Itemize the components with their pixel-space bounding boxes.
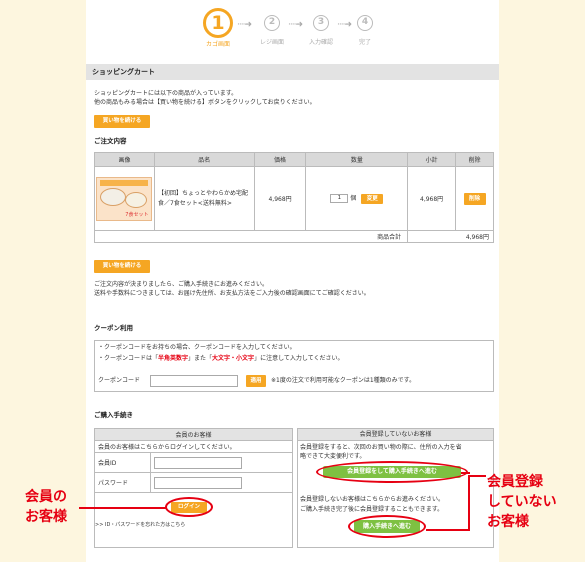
table-row: 7食セット 【初回】ちょっとやわらかめ宅配食／7食セット<送料無料> 4,968… (94, 166, 494, 231)
intro-text: 他の商品もみる場合は【買い物を続ける】ボタンをクリックしてお戻りください。 (94, 99, 316, 106)
column-header: 小計 (407, 152, 457, 167)
coupon-text-part: 」に注意して入力してください。 (254, 355, 344, 362)
callout-line: 会員登録 (487, 474, 543, 490)
login-highlight-ring (165, 497, 213, 517)
forgot-password-link[interactable]: >> ID・パスワードを忘れた方はこちら (95, 521, 185, 529)
arrow-icon: ····➜ (337, 20, 352, 30)
callout-line: お客様 (25, 509, 67, 525)
coupon-highlight: 大文字・小文字 (212, 355, 255, 362)
step-confirm: 3 入力確認 (303, 8, 339, 46)
member-box (94, 428, 293, 548)
arrow-icon: ····➜ (237, 20, 252, 30)
guest-callout: 会員登録 していない お客様 (487, 472, 557, 532)
quantity-unit: 個 (350, 195, 357, 203)
product-image-dish (100, 187, 127, 206)
column-header: 削除 (455, 152, 494, 167)
guest-callout-line (461, 472, 470, 474)
coupon-text-part: 」また「 (188, 355, 213, 362)
continue-shopping-button[interactable]: 買い物を続ける (94, 260, 150, 273)
proceed-highlight-ring (348, 515, 426, 538)
coupon-title: クーポン利用 (94, 324, 133, 332)
guest-desc: 会員登録をすると、次回のお買い物の際に、住所の入力を省 (300, 444, 462, 451)
coupon-label: クーポンコード (98, 377, 141, 384)
member-callout: 会員の お客様 (25, 487, 67, 527)
delete-cell: 削除 (455, 166, 494, 231)
step-label: 完了 (358, 39, 371, 46)
coupon-input[interactable] (150, 375, 238, 387)
column-header: 画像 (94, 152, 155, 167)
step-complete: 4 完了 (352, 8, 378, 46)
product-subtotal: 4,968円 (407, 166, 457, 231)
callout-line: していない (487, 494, 557, 510)
coupon-note: ※1度の注文で利用可能なクーポンは1種類のみです。 (271, 377, 416, 384)
coupon-text: ・クーポンコードは「半角英数字」また「大文字・小文字」に注意して入力してください… (98, 355, 344, 363)
purchase-title: ご購入手続き (94, 411, 133, 419)
step-number: 3 (313, 15, 329, 31)
product-name: 【初回】ちょっとやわらかめ宅配食／7食セット<送料無料> (153, 166, 255, 231)
guest-desc: 会員登録しないお客様はこちらからお進みください。 (300, 496, 445, 503)
member-callout-line (79, 507, 167, 509)
column-header: 数量 (305, 152, 409, 167)
progress-steps: 1 カゴ画面 ····➜ 2 レジ画面 ····➜ 3 入力確認 ····➜ 4… (86, 0, 499, 58)
quantity-cell: 1 個 変更 (305, 166, 409, 231)
total-label: 商品合計 (93, 230, 409, 243)
delete-button[interactable]: 削除 (463, 192, 486, 205)
page-title: ショッピングカート (86, 64, 499, 80)
coupon-text-part: ・クーポンコードは「 (98, 355, 159, 362)
cart-table: 画像 品名 価格 数量 小計 削除 7食セット 【初回】ちょっとやわらかめ宅配食… (93, 152, 494, 243)
checkout-text: 送料や手数料につきましては、お届け先住所、お支払方法をご入力後の確認画面にてご確… (94, 290, 370, 297)
product-image[interactable]: 7食セット (96, 176, 153, 221)
step-label: 入力確認 (308, 39, 333, 46)
step-label: レジ画面 (259, 39, 284, 46)
coupon-text: ・クーポンコードをお持ちの場合、クーポンコードを入力してください。 (98, 344, 296, 351)
step-cart: 1 カゴ画面 (198, 8, 238, 48)
checkout-text: ご注文内容が決まりましたら、ご購入手続きにお進みください。 (94, 281, 269, 288)
column-header: 価格 (253, 152, 307, 167)
page: 1 カゴ画面 ····➜ 2 レジ画面 ····➜ 3 入力確認 ····➜ 4… (86, 0, 499, 562)
product-image-banner (100, 179, 149, 186)
step-label: カゴ画面 (205, 41, 230, 48)
quantity-input[interactable]: 1 (330, 194, 349, 204)
continue-shopping-button[interactable]: 買い物を続ける (94, 115, 150, 128)
arrow-icon: ····➜ (288, 20, 303, 30)
step-number: 2 (264, 15, 280, 31)
column-header: 品名 (153, 152, 255, 167)
product-image-tag: 7食セット (125, 211, 149, 218)
product-price: 4,968円 (253, 166, 307, 231)
guest-header: 会員登録していないお客様 (298, 429, 493, 441)
coupon-highlight: 半角英数字 (158, 355, 189, 362)
register-highlight-ring (316, 461, 468, 483)
total-row: 商品合計 4,968円 (93, 230, 494, 243)
coupon-apply-button[interactable]: 適用 (246, 375, 266, 387)
total-value: 4,968円 (407, 230, 494, 243)
table-header-row: 画像 品名 価格 数量 小計 削除 (94, 152, 494, 167)
guest-callout-bracket (468, 475, 470, 531)
guest-desc: 略できて大変便利です。 (300, 453, 366, 460)
callout-line: 会員の (25, 489, 67, 505)
product-image-cell: 7食セット (94, 166, 155, 231)
step-number: 1 (203, 8, 233, 38)
callout-line: お客様 (487, 514, 529, 530)
update-quantity-button[interactable]: 変更 (361, 193, 384, 204)
step-number: 4 (357, 15, 373, 31)
guest-callout-line (468, 475, 486, 477)
guest-desc: ご購入手続き完了後に会員登録することもできます。 (300, 506, 444, 513)
product-image-dish (125, 191, 148, 208)
intro-text: ショッピングカートには以下の商品が入っています。 (94, 90, 238, 97)
guest-callout-line (426, 529, 470, 531)
step-register: 2 レジ画面 (254, 8, 290, 46)
order-title: ご注文内容 (94, 137, 127, 145)
